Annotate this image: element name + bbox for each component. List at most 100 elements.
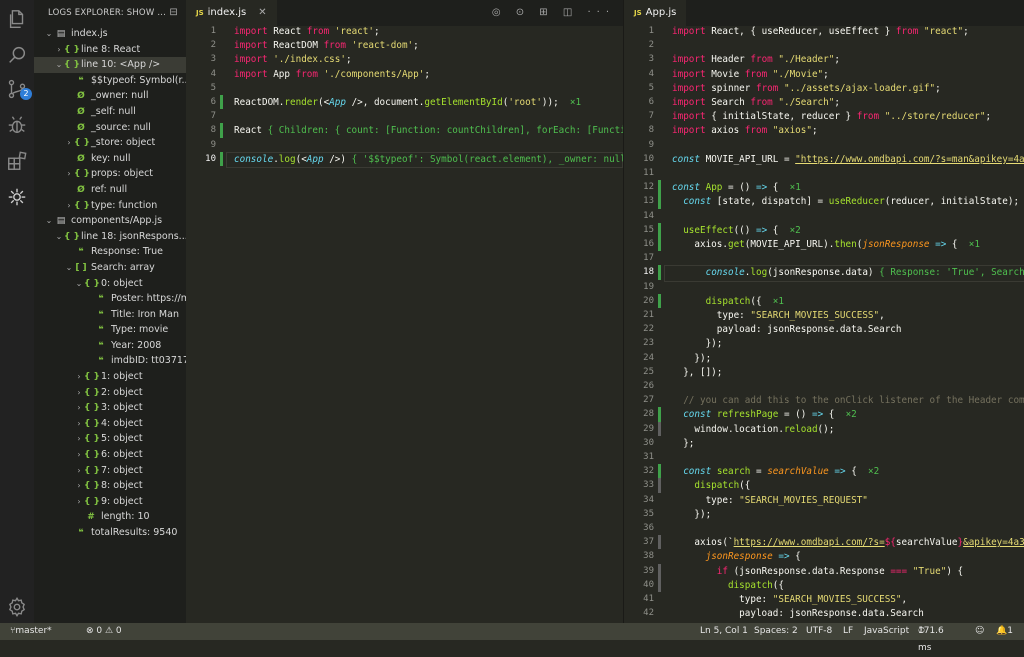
- encoding[interactable]: UTF-8: [806, 623, 832, 640]
- tree-item[interactable]: ›{ }3: object: [34, 400, 186, 416]
- chevron-down-icon[interactable]: ⌄: [74, 276, 84, 292]
- code-editor-app-js[interactable]: 1 import React, { useReducer, useEffect }…: [624, 26, 1024, 623]
- code-line[interactable]: import Movie from "./Movie";: [672, 69, 829, 80]
- branch-indicator[interactable]: ⑂ master*: [10, 623, 52, 640]
- code-line[interactable]: const refreshPage = () => { ×2: [672, 409, 857, 420]
- code-line[interactable]: ReactDOM.render(<App />, document.getEle…: [234, 97, 581, 108]
- collapse-all-icon[interactable]: ⊟: [169, 0, 178, 26]
- tree-item[interactable]: ›{ }4: object: [34, 416, 186, 432]
- tree-item[interactable]: ›{ }1: object: [34, 369, 186, 385]
- tree-item[interactable]: ❝ Poster: https://m...: [34, 291, 186, 307]
- chevron-right-icon[interactable]: ›: [64, 166, 74, 182]
- code-line[interactable]: const App = () => { ×1: [672, 182, 801, 193]
- code-line[interactable]: dispatch({ ×1: [672, 296, 784, 307]
- code-line[interactable]: });: [672, 509, 711, 520]
- chevron-right-icon[interactable]: ›: [74, 385, 84, 401]
- tree-item[interactable]: ⌄ ▤ index.js: [34, 26, 186, 42]
- code-line[interactable]: useEffect(() => { ×2: [672, 225, 801, 236]
- tree-item[interactable]: ❝ totalResults: 9540: [34, 525, 186, 541]
- code-line[interactable]: jsonResponse => {: [672, 551, 801, 562]
- code-line[interactable]: const MOVIE_API_URL = "https://www.omdba…: [672, 154, 1024, 165]
- tree-item[interactable]: # length: 10: [34, 509, 186, 525]
- code-line[interactable]: React { Children: { count: [Function: co…: [234, 125, 623, 136]
- language-mode[interactable]: JavaScript: [864, 623, 909, 640]
- chevron-right-icon[interactable]: ›: [74, 416, 84, 432]
- debug-icon[interactable]: [6, 114, 28, 136]
- code-line[interactable]: console.log(<App />) { '$$typeof': Symbo…: [234, 154, 623, 165]
- chevron-right-icon[interactable]: ›: [74, 369, 84, 385]
- chevron-right-icon[interactable]: ›: [74, 463, 84, 479]
- settings-gear-icon[interactable]: [6, 596, 28, 618]
- chevron-right-icon[interactable]: ›: [74, 431, 84, 447]
- tree-item[interactable]: ›{ }7: object: [34, 463, 186, 479]
- tree-item[interactable]: ❝ Title: Iron Man: [34, 307, 186, 323]
- code-line[interactable]: payload: jsonResponse.data.Search: [672, 324, 902, 335]
- tree-item[interactable]: Ø _self: null: [34, 104, 186, 120]
- code-line[interactable]: });: [672, 338, 723, 349]
- chevron-right-icon[interactable]: ›: [64, 198, 74, 214]
- code-line[interactable]: const search = searchValue => { ×2: [672, 466, 879, 477]
- cursor-position[interactable]: Ln 5, Col 1: [700, 623, 748, 640]
- tree-item[interactable]: ❝ imdbID: tt0371746: [34, 353, 186, 369]
- chevron-down-icon[interactable]: ⌄: [64, 260, 74, 276]
- code-line[interactable]: }, []);: [672, 367, 722, 378]
- tree-item[interactable]: ›{ }2: object: [34, 385, 186, 401]
- chevron-right-icon[interactable]: ›: [64, 135, 74, 151]
- close-tab-icon[interactable]: ✕: [258, 7, 266, 18]
- chevron-down-icon[interactable]: ⌄: [44, 213, 54, 229]
- code-line[interactable]: import { initialState, reducer } from ".…: [672, 111, 991, 122]
- tree-item[interactable]: ⌄ ▤ components/App.js: [34, 213, 186, 229]
- tree-item[interactable]: ❝ Year: 2008: [34, 338, 186, 354]
- tree-item[interactable]: ›{ }8: object: [34, 478, 186, 494]
- code-line[interactable]: import axios from "axios";: [672, 125, 818, 136]
- tree-item[interactable]: ›{ }_store: object: [34, 135, 186, 151]
- code-line[interactable]: };: [672, 438, 694, 449]
- tree-item[interactable]: Ø _owner: null: [34, 88, 186, 104]
- tree-item[interactable]: ⌄{ }0: object: [34, 276, 186, 292]
- tree-item[interactable]: ❝ $$typeof: Symbol(r...: [34, 73, 186, 89]
- feedback-icon[interactable]: ☺: [975, 623, 984, 640]
- code-line[interactable]: dispatch({: [672, 480, 750, 491]
- code-line[interactable]: type: "SEARCH_MOVIES_SUCCESS",: [672, 594, 907, 605]
- code-line[interactable]: import React from 'react';: [234, 26, 380, 37]
- code-line[interactable]: import App from './components/App';: [234, 69, 430, 80]
- code-line[interactable]: type: "SEARCH_MOVIES_SUCCESS",: [672, 310, 885, 321]
- code-line[interactable]: import Header from "./Header";: [672, 54, 840, 65]
- chevron-right-icon[interactable]: ›: [74, 400, 84, 416]
- extensions-icon[interactable]: [6, 150, 28, 172]
- tree-item[interactable]: ›{ }line 8: React: [34, 42, 186, 58]
- notifications-indicator[interactable]: 🔔 1: [996, 623, 1013, 640]
- tree-item[interactable]: Øref: null: [34, 182, 186, 198]
- chevron-down-icon[interactable]: ⌄: [54, 57, 64, 73]
- tab-index-js[interactable]: JS index.js ✕: [186, 0, 277, 26]
- tree-item[interactable]: ›{ }5: object: [34, 431, 186, 447]
- code-line[interactable]: // you can add this to the onClick liste…: [672, 395, 1024, 406]
- tree-item[interactable]: ›{ }9: object: [34, 494, 186, 510]
- chevron-right-icon[interactable]: ›: [54, 42, 64, 58]
- chevron-down-icon[interactable]: ⌄: [44, 26, 54, 42]
- chevron-down-icon[interactable]: ⌄: [54, 229, 64, 245]
- files-icon[interactable]: [6, 8, 28, 30]
- code-line[interactable]: import './index.css';: [234, 54, 352, 65]
- tree-item[interactable]: ›{ }type: function: [34, 198, 186, 214]
- tree-item[interactable]: ⌄{ }line 18: jsonRespons...: [34, 229, 186, 245]
- code-line[interactable]: });: [672, 353, 711, 364]
- code-line[interactable]: import Search from "./Search";: [672, 97, 840, 108]
- logs-explorer-icon[interactable]: [6, 186, 28, 208]
- chevron-right-icon[interactable]: ›: [74, 447, 84, 463]
- code-line[interactable]: type: "SEARCH_MOVIES_REQUEST": [672, 495, 868, 506]
- chevron-right-icon[interactable]: ›: [74, 478, 84, 494]
- editor-actions[interactable]: ◎ ⊙ ⊞ ◫ ···: [492, 0, 615, 26]
- tree-item[interactable]: ›{ }props: object: [34, 166, 186, 182]
- code-line[interactable]: axios(`https://www.omdbapi.com/?s=${sear…: [672, 537, 1024, 548]
- search-icon[interactable]: [6, 44, 28, 66]
- tree-item[interactable]: ›{ }6: object: [34, 447, 186, 463]
- tab-app-js[interactable]: JS App.js: [624, 0, 687, 26]
- line-ending[interactable]: LF: [843, 623, 853, 640]
- tree-item[interactable]: ⌄{ }line 10: <App />: [34, 57, 186, 73]
- tree-item[interactable]: ❝ Type: movie: [34, 322, 186, 338]
- code-line[interactable]: import spinner from "../assets/ajax-load…: [672, 83, 941, 94]
- code-editor-index-js[interactable]: 1 import React from 'react'; 2 import React…: [186, 26, 623, 623]
- code-line[interactable]: import React, { useReducer, useEffect } …: [672, 26, 969, 37]
- problems-indicator[interactable]: ⊗ 0 ⚠ 0: [86, 623, 122, 640]
